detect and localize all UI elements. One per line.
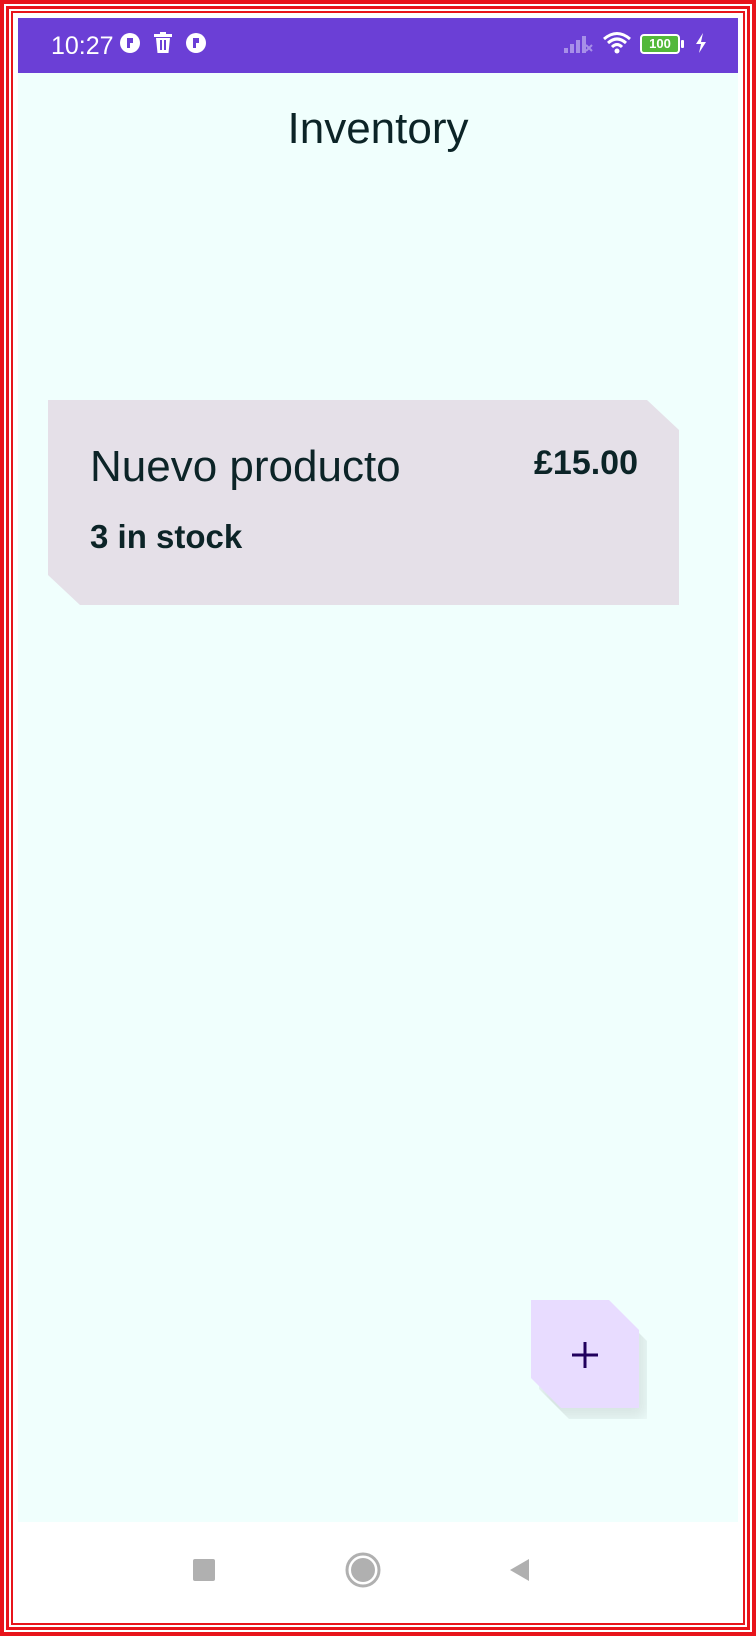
status-bar: 10:27 100 <box>18 18 738 73</box>
add-item-button[interactable] <box>531 1300 639 1408</box>
recents-button[interactable] <box>184 1552 224 1592</box>
home-icon <box>345 1552 381 1593</box>
system-icons: 100 <box>562 30 708 60</box>
recents-icon <box>192 1558 216 1587</box>
wifi-icon <box>602 31 632 60</box>
inventory-item-card[interactable]: Nuevo producto £15.00 3 in stock <box>48 400 679 605</box>
app-icon <box>118 31 142 60</box>
battery-icon: 100 <box>640 34 686 56</box>
page-title: Inventory <box>287 104 469 153</box>
device-screen: 10:27 100 Inventory Nuevo producto £15.0… <box>18 18 738 1618</box>
notification-icons <box>118 31 208 60</box>
cellular-signal-icon <box>562 31 594 60</box>
back-icon <box>507 1557 533 1588</box>
item-name: Nuevo producto <box>90 442 401 491</box>
charging-icon <box>694 32 708 59</box>
trash-icon <box>152 31 174 60</box>
item-price: £15.00 <box>534 444 638 482</box>
navigation-bar <box>18 1522 738 1618</box>
home-button[interactable] <box>343 1552 383 1592</box>
item-stock: 3 in stock <box>90 518 243 555</box>
plus-icon <box>570 1331 600 1377</box>
back-button[interactable] <box>500 1552 540 1592</box>
status-time: 10:27 <box>51 32 114 60</box>
battery-level: 100 <box>649 36 671 51</box>
app-icon <box>184 31 208 60</box>
